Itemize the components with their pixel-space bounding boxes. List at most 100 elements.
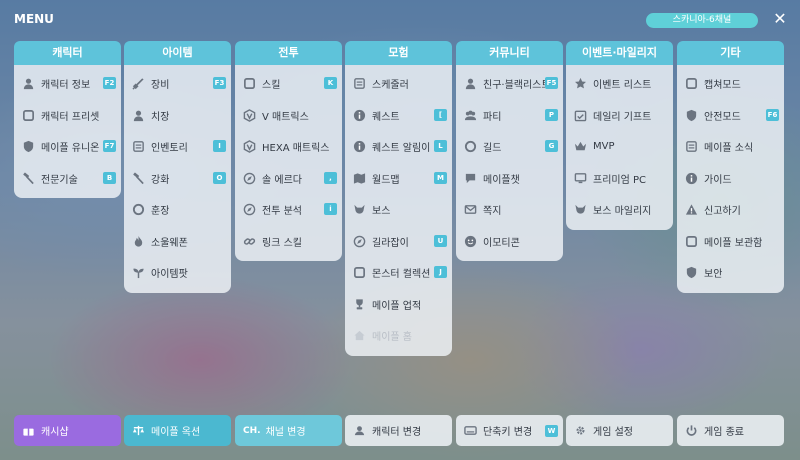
menu-item[interactable]: 메이플챗	[456, 163, 563, 195]
bottom-button-label: 단축키 변경	[483, 427, 533, 438]
menu-item[interactable]: V 매트릭스	[235, 100, 342, 132]
sol-erda-icon	[243, 172, 256, 185]
column-header: 아이템	[124, 41, 231, 65]
menu-item-label: 이모티콘	[483, 237, 520, 249]
report-icon	[685, 203, 698, 216]
menu-item[interactable]: 강화 O	[124, 163, 231, 195]
menu-item[interactable]: 보스 마일리지	[566, 194, 673, 226]
emoticon-icon	[464, 235, 477, 248]
menu-item[interactable]: 링크 스킬	[235, 226, 342, 258]
menu-item[interactable]: 신고하기	[677, 194, 784, 226]
boss-icon	[353, 203, 366, 216]
column-body: 캐릭터 정보 F2 캐릭터 프리셋 메이플 유니온 F7 전문기술 B	[14, 65, 121, 198]
bottom-button[interactable]: 메이플 옥션	[124, 415, 231, 446]
menu-item[interactable]: 쪽지	[456, 194, 563, 226]
menu-item[interactable]: 전투 분석 i	[235, 194, 342, 226]
menu-item-label: 장비	[151, 80, 170, 92]
hotkey-badge: L	[434, 140, 447, 152]
menu-item-label: 메이플챗	[483, 174, 520, 186]
equipment-icon	[132, 77, 145, 90]
menu-item[interactable]: 메이플 유니온 F7	[14, 131, 121, 163]
menu-item[interactable]: 소울웨폰	[124, 226, 231, 258]
menu-item[interactable]: 퀘스트 [	[345, 100, 452, 132]
menu-item-label: 메이플 보관함	[704, 237, 763, 249]
bottom-button-label: 게임 설정	[593, 427, 633, 438]
storage-icon	[685, 235, 698, 248]
event-star-icon	[574, 77, 587, 90]
menu-item[interactable]: 몬스터 컬렉션 J	[345, 257, 452, 289]
hotkey-badge: F3	[213, 77, 226, 89]
capture-icon	[685, 77, 698, 90]
menu-item[interactable]: 스케줄러	[345, 68, 452, 100]
menu-item[interactable]: 안전모드 F6	[677, 100, 784, 132]
menu-column: 기타 캡쳐모드 안전모드 F6 메이플 소식 가이드 신고하기 메이플 보관함 보안	[677, 41, 784, 293]
menu-item[interactable]: 보안	[677, 257, 784, 289]
menu-column: 모험 스케줄러 퀘스트 [퀘스트 알림이 L 월드맵 M 보스 길라잡이 U 몬스터 컬렉션 J 메이플…	[345, 41, 452, 356]
menu-item[interactable]: 훈장	[124, 194, 231, 226]
menu-item: 메이플 홈	[345, 320, 452, 352]
menu-item-label: 전투 분석	[262, 206, 302, 218]
menu-item[interactable]: 장비 F3	[124, 68, 231, 100]
menu-item[interactable]: 이모티콘	[456, 226, 563, 258]
menu-item[interactable]: 치장	[124, 100, 231, 132]
menu-item-label: 가이드	[704, 174, 732, 186]
menu-item-label: MVP	[593, 141, 615, 153]
achievement-icon	[353, 298, 366, 311]
bottom-button[interactable]: 게임 설정	[566, 415, 673, 446]
menu-item[interactable]: 이벤트 리스트	[566, 68, 673, 100]
game-screen: MENU 스카니아-6채널 ✕ 캐릭터 캐릭터 정보 F2 캐릭터 프리셋 메이플 유니…	[0, 0, 800, 460]
menu-item[interactable]: 인벤토리 I	[124, 131, 231, 163]
gift-icon	[22, 424, 35, 437]
menu-item[interactable]: MVP	[566, 131, 673, 163]
menu-item[interactable]: 캐릭터 정보 F2	[14, 68, 121, 100]
menu-item[interactable]: 스킬 K	[235, 68, 342, 100]
premium-pc-icon	[574, 172, 587, 185]
channel-tag: CH.	[243, 425, 261, 436]
quest-icon	[353, 109, 366, 122]
bottom-button[interactable]: 캐시샵	[14, 415, 121, 446]
menu-item[interactable]: 퀘스트 알림이 L	[345, 131, 452, 163]
safe-mode-icon	[685, 109, 698, 122]
menu-item-label: 솔 에르다	[262, 174, 302, 186]
column-header: 전투	[235, 41, 342, 65]
menu-item[interactable]: 가이드	[677, 163, 784, 195]
hotkey-badge: ,	[324, 171, 337, 184]
menu-item[interactable]: 전문기술 B	[14, 163, 121, 195]
link-skill-icon	[243, 235, 256, 248]
bottom-button[interactable]: 단축키 변경 W	[456, 415, 563, 446]
close-icon[interactable]: ✕	[771, 10, 789, 28]
menu-item[interactable]: 솔 에르다,	[235, 163, 342, 195]
menu-item[interactable]: 메이플 보관함	[677, 226, 784, 258]
menu-item[interactable]: 캐릭터 프리셋	[14, 100, 121, 132]
menu-item-label: 아이템팟	[151, 269, 188, 281]
menu-item[interactable]: 메이플 소식	[677, 131, 784, 163]
monster-collection-icon	[353, 266, 366, 279]
menu-item[interactable]: 데일리 기프트	[566, 100, 673, 132]
menu-item[interactable]: 아이템팟	[124, 257, 231, 289]
news-icon	[685, 140, 698, 153]
maple-chat-icon	[464, 172, 477, 185]
menu-item-label: HEXA 매트릭스	[262, 143, 330, 155]
menu-item-label: 메이플 업적	[372, 300, 422, 312]
enhance-icon	[132, 172, 145, 185]
bottom-button[interactable]: 게임 종료	[677, 415, 784, 446]
menu-item[interactable]: 길라잡이 U	[345, 226, 452, 258]
menu-item[interactable]: 월드맵 M	[345, 163, 452, 195]
menu-item[interactable]: 보스	[345, 194, 452, 226]
friends-icon	[464, 77, 477, 90]
menu-item[interactable]: 캡쳐모드	[677, 68, 784, 100]
menu-item[interactable]: 길드 G	[456, 131, 563, 163]
menu-column: 커뮤니티 친구·블랙리스트 F5 파티 P 길드 G 메이플챗 쪽지 이모티콘	[456, 41, 563, 261]
bottom-button[interactable]: 캐릭터 변경	[345, 415, 452, 446]
menu-item-label: 전문기술	[41, 174, 78, 186]
bottom-button[interactable]: CH. 채널 변경	[235, 415, 342, 446]
hotkey-badge: M	[434, 171, 447, 184]
menu-item[interactable]: HEXA 매트릭스	[235, 131, 342, 163]
menu-item-label: 훈장	[151, 206, 170, 218]
change-character-icon	[353, 424, 366, 437]
menu-item[interactable]: 프리미엄 PC	[566, 163, 673, 195]
menu-item[interactable]: 메이플 업적	[345, 289, 452, 321]
menu-item[interactable]: 친구·블랙리스트 F5	[456, 68, 563, 100]
menu-item[interactable]: 파티 P	[456, 100, 563, 132]
party-icon	[464, 109, 477, 122]
